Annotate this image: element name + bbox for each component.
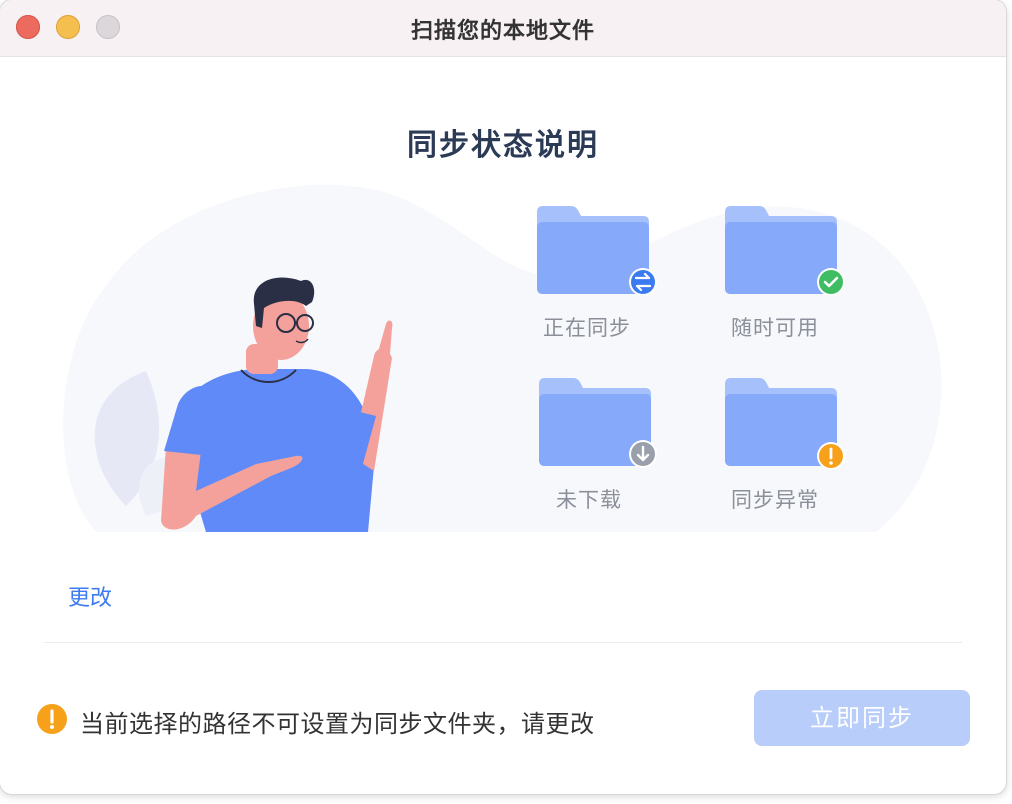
scan-local-files-window: 扫描您的本地文件 同步状态说明 正在同步 随时可用 未下载 同步异常 更改 当前… bbox=[0, 0, 1006, 794]
status-item-syncing: 正在同步 bbox=[527, 204, 667, 340]
warning-icon bbox=[37, 704, 67, 734]
folder-icon bbox=[537, 206, 657, 296]
page-heading: 同步状态说明 bbox=[407, 128, 599, 163]
status-item-available: 随时可用 bbox=[715, 204, 855, 340]
status-item-not-downloaded: 未下载 bbox=[529, 376, 669, 512]
divider bbox=[44, 642, 962, 643]
status-label: 随时可用 bbox=[731, 316, 819, 340]
folder-icon bbox=[539, 378, 657, 468]
status-label: 未下载 bbox=[556, 488, 622, 512]
change-path-link[interactable]: 更改 bbox=[68, 580, 112, 612]
folder-icon bbox=[725, 378, 845, 470]
status-label: 同步异常 bbox=[731, 488, 819, 512]
window-title: 扫描您的本地文件 bbox=[410, 19, 595, 44]
folder-icon bbox=[725, 206, 845, 296]
title-bar: 扫描您的本地文件 bbox=[0, 0, 1006, 57]
warning-message: 当前选择的路径不可设置为同步文件夹，请更改 bbox=[80, 710, 595, 738]
status-item-sync-error: 同步异常 bbox=[715, 376, 855, 512]
status-label: 正在同步 bbox=[543, 316, 631, 340]
sync-now-button[interactable]: 立即同步 bbox=[754, 690, 970, 746]
